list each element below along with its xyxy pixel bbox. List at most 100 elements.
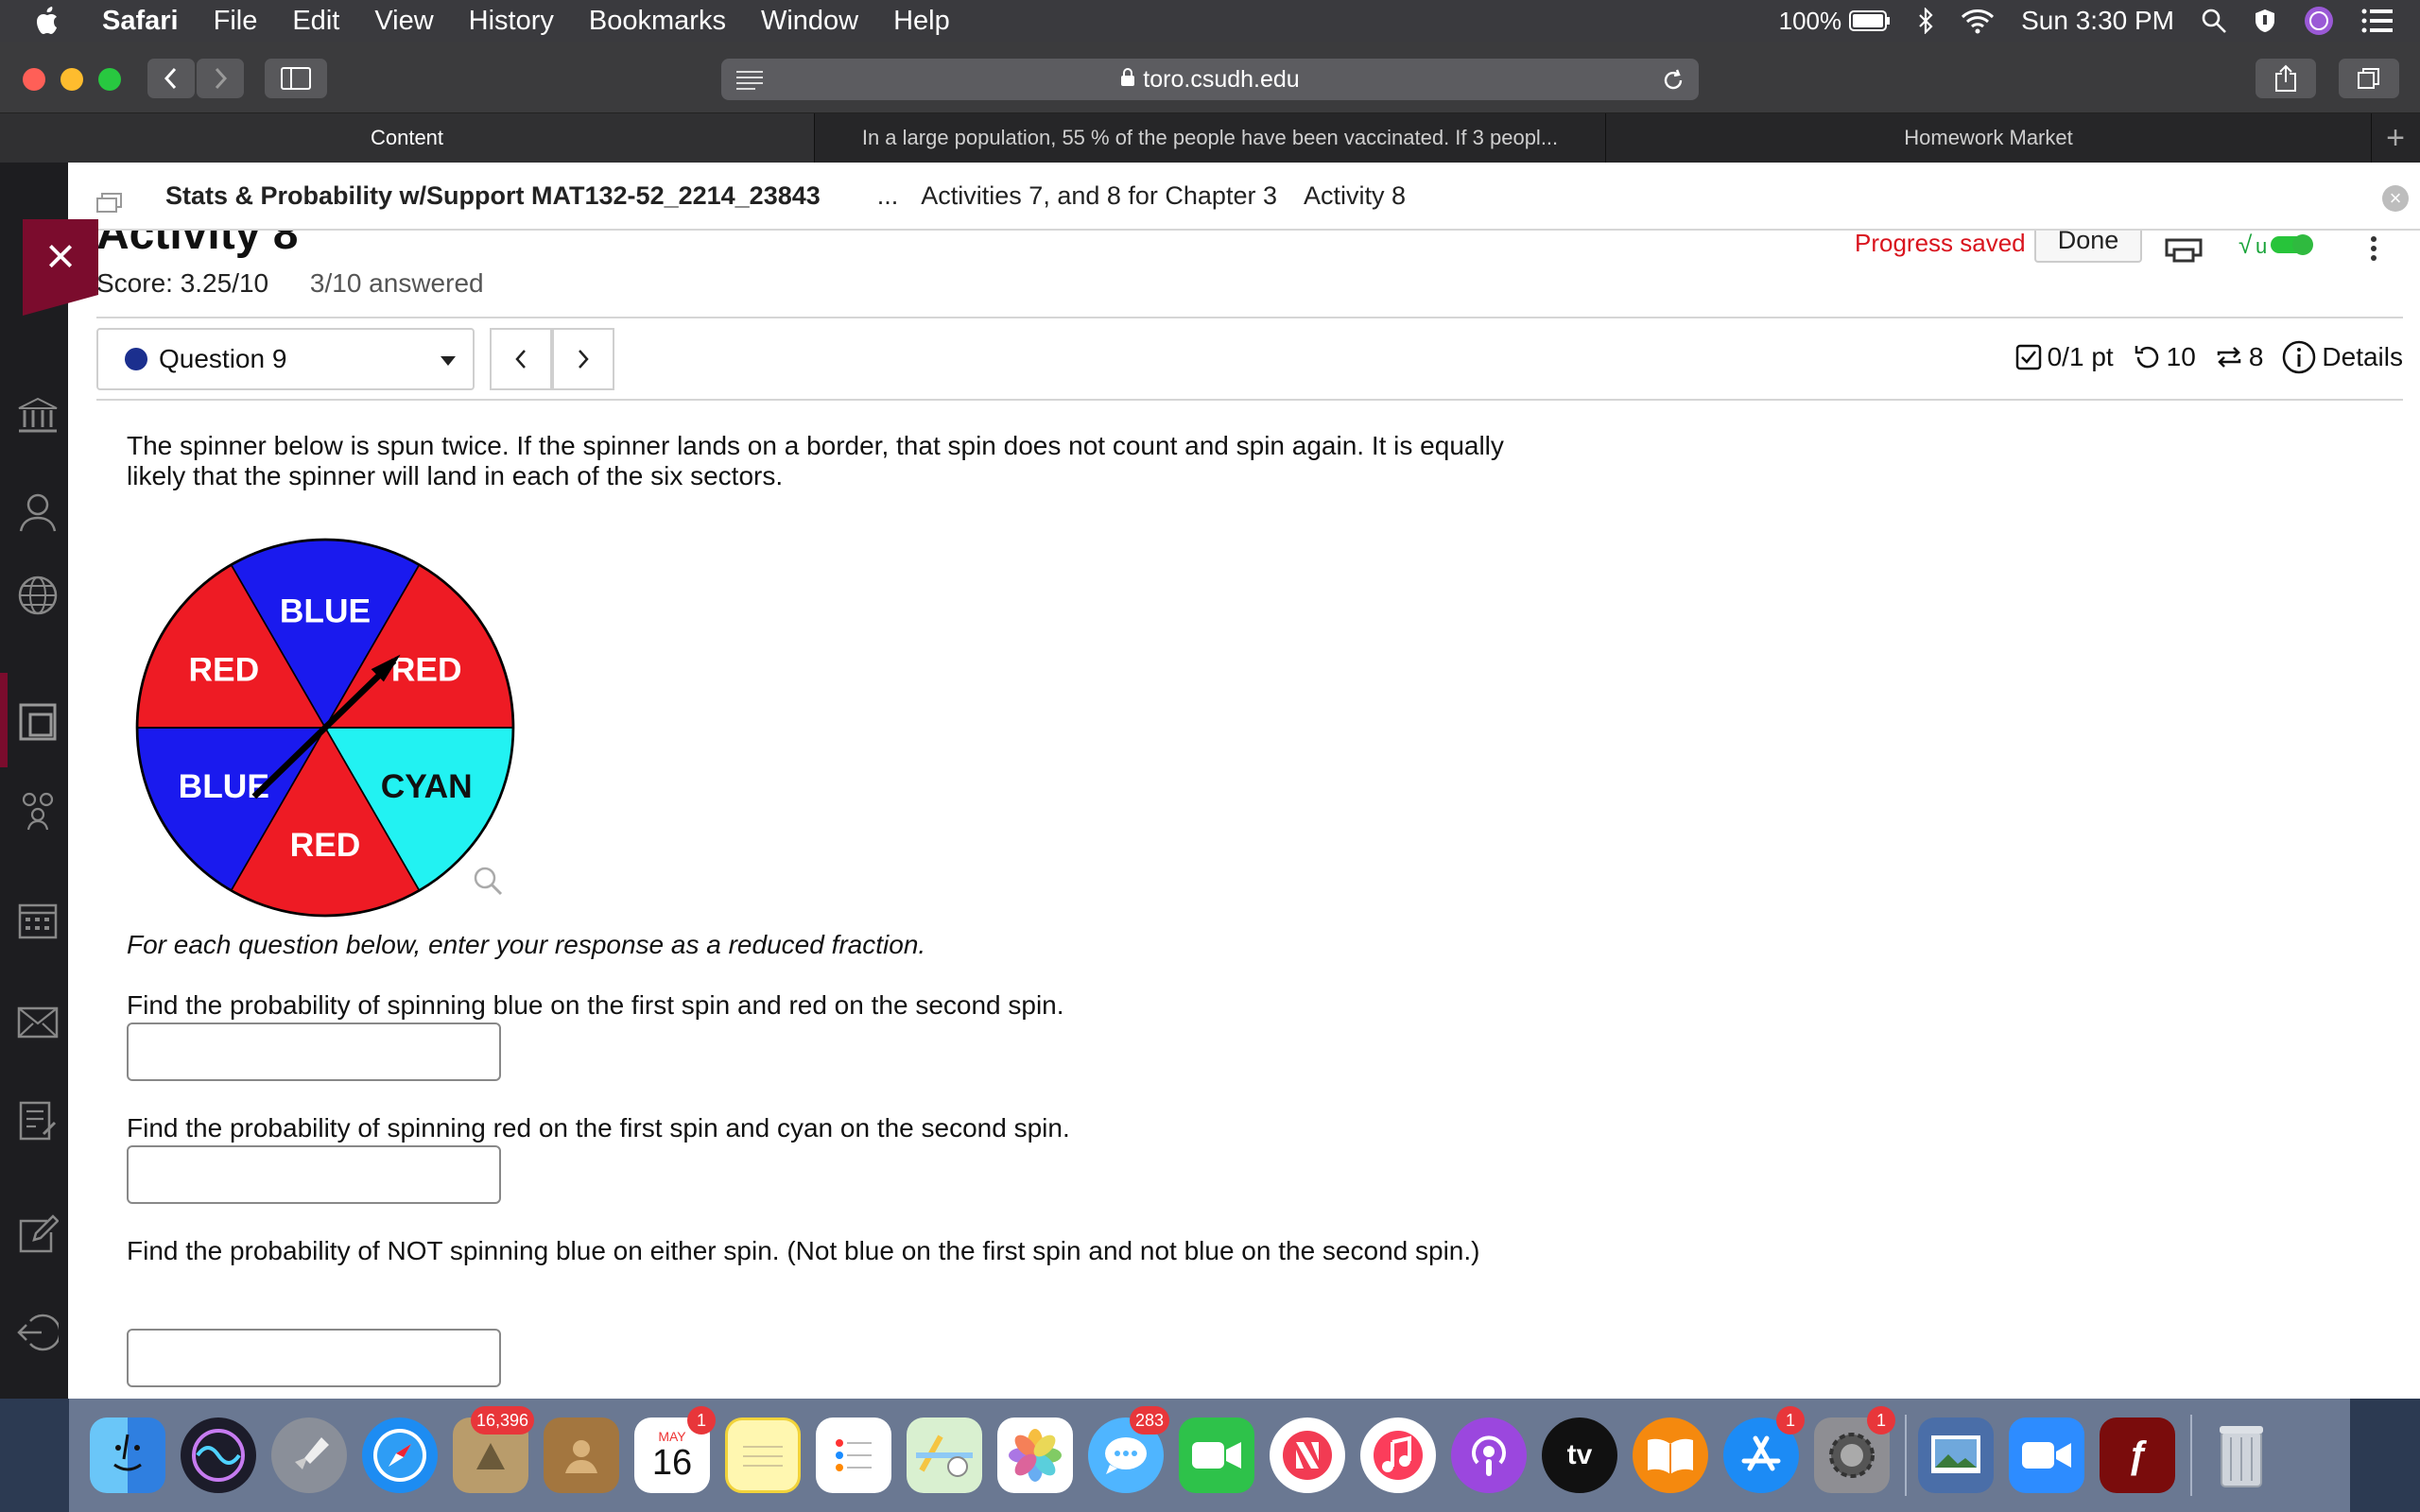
menu-app-name[interactable]: Safari <box>102 6 179 37</box>
books-icon[interactable] <box>1633 1418 1708 1493</box>
close-assignment-button[interactable]: × <box>23 219 98 295</box>
menu-file[interactable]: File <box>214 6 258 37</box>
safari-icon[interactable] <box>362 1418 438 1493</box>
contacts-icon[interactable] <box>544 1418 619 1493</box>
question-intro: The spinner below is spun twice. If the … <box>127 431 1504 490</box>
sign-out-icon[interactable] <box>17 1312 59 1353</box>
breadcrumb-ellipsis[interactable]: ... <box>877 181 899 211</box>
battery-icon[interactable] <box>1849 10 1891 31</box>
details-button[interactable]: Details <box>2282 340 2403 374</box>
maps-icon[interactable] <box>907 1418 982 1493</box>
sidebar-icon <box>281 67 311 90</box>
edit-icon[interactable] <box>17 1213 59 1255</box>
account-icon[interactable] <box>17 491 59 533</box>
photos-icon[interactable] <box>997 1418 1073 1493</box>
notification-center-icon[interactable] <box>2361 8 2394 34</box>
institution-icon[interactable] <box>17 395 59 437</box>
launchpad-icon[interactable] <box>271 1418 347 1493</box>
wifi-icon[interactable] <box>1961 8 1995 34</box>
system-preferences-icon[interactable]: 1 <box>1814 1406 1895 1493</box>
menu-bookmarks[interactable]: Bookmarks <box>589 6 726 37</box>
messages-app-icon[interactable]: 283 <box>1088 1406 1169 1493</box>
music-icon[interactable] <box>1360 1418 1436 1493</box>
tab-overview-button[interactable] <box>2339 59 2399 98</box>
apple-menu-icon[interactable] <box>36 7 74 35</box>
spinner-diagram: BLUE RED CYAN RED BLUE RED <box>135 538 515 918</box>
tab-content[interactable]: Content <box>0 113 815 163</box>
sidebar-toggle-button[interactable] <box>265 59 327 98</box>
apple-tv-icon[interactable]: tv <box>1542 1418 1617 1493</box>
grades-icon[interactable] <box>17 1100 59 1142</box>
bluetooth-icon[interactable] <box>1917 8 1934 34</box>
calendar-icon[interactable] <box>17 900 59 941</box>
question-selector[interactable]: Question 9 <box>96 328 475 390</box>
menu-view[interactable]: View <box>374 6 433 37</box>
close-window-button[interactable] <box>23 68 45 91</box>
facetime-icon[interactable] <box>1179 1418 1254 1493</box>
flash-player-icon[interactable]: ƒ <box>2100 1418 2175 1493</box>
app-store-icon[interactable]: 1 <box>1723 1406 1805 1493</box>
breadcrumb-course[interactable]: Stats & Probability w/Support MAT132-52_… <box>165 181 821 211</box>
new-tab-button[interactable]: + <box>2372 113 2419 163</box>
svg-text:√: √ <box>2238 231 2253 259</box>
calendar-app-icon[interactable]: MAY 16 1 <box>634 1406 716 1493</box>
close-circle-icon[interactable]: × <box>2382 185 2409 212</box>
minimize-window-button[interactable] <box>60 68 83 91</box>
part-3-answer-input[interactable] <box>127 1329 501 1387</box>
print-icon[interactable] <box>2165 229 2203 267</box>
spinner-sector-label: RED <box>188 651 259 688</box>
clock[interactable]: Sun 3:30 PM <box>2021 6 2174 36</box>
next-question-button[interactable] <box>552 328 614 390</box>
lock-icon <box>1120 66 1135 94</box>
dock-badge: 1 <box>1867 1406 1895 1435</box>
preview-icon[interactable] <box>1918 1418 1994 1493</box>
zoom-app-icon[interactable] <box>2009 1418 2084 1493</box>
groups-icon[interactable] <box>17 790 59 832</box>
part-2-answer-input[interactable] <box>127 1145 501 1204</box>
part-3-prompt: Find the probability of NOT spinning blu… <box>127 1236 1480 1265</box>
forward-button[interactable] <box>197 59 244 98</box>
tab-homework-market[interactable]: Homework Market <box>1606 113 2372 163</box>
menu-bar: Safari File Edit View History Bookmarks … <box>0 0 2420 42</box>
siri-app-icon[interactable] <box>181 1418 256 1493</box>
trash-icon[interactable] <box>2204 1418 2279 1493</box>
close-icon: × <box>45 228 76 284</box>
menu-window[interactable]: Window <box>761 6 858 37</box>
photo-stamp-app-icon[interactable]: 16,396 <box>453 1406 534 1493</box>
share-button[interactable] <box>2256 59 2316 98</box>
messages-icon[interactable] <box>17 1002 59 1043</box>
back-button[interactable] <box>147 59 195 98</box>
spotlight-search-icon[interactable] <box>2201 8 2227 34</box>
window-icon[interactable] <box>96 191 123 220</box>
more-options-icon[interactable] <box>2369 234 2378 267</box>
svg-text:u: u <box>2256 234 2267 258</box>
part-1-answer-input[interactable] <box>127 1022 501 1081</box>
globe-icon[interactable] <box>17 575 59 616</box>
shield-icon[interactable] <box>2254 8 2276 34</box>
courses-icon[interactable] <box>17 701 59 743</box>
spinner-sector-label: RED <box>290 827 361 864</box>
address-bar[interactable]: toro.csudh.edu <box>721 59 1699 100</box>
notes-icon[interactable] <box>725 1418 801 1493</box>
reminders-icon[interactable] <box>816 1418 891 1493</box>
reload-icon[interactable] <box>1661 68 1685 99</box>
spinner-sector-label: RED <box>391 651 462 688</box>
siri-icon[interactable] <box>2303 5 2335 37</box>
part-2-prompt: Find the probability of spinning red on … <box>127 1113 1070 1143</box>
finder-icon[interactable] <box>90 1418 165 1493</box>
share-icon <box>2275 64 2296 92</box>
tab-bar: Content In a large population, 55 % of t… <box>0 113 2420 163</box>
news-icon[interactable] <box>1270 1418 1345 1493</box>
accessibility-toggle[interactable]: √ u <box>2238 231 2314 264</box>
chevron-left-icon <box>515 350 526 369</box>
menu-help[interactable]: Help <box>893 6 950 37</box>
zoom-icon[interactable] <box>473 866 503 901</box>
menu-history[interactable]: History <box>469 6 554 37</box>
previous-question-button[interactable] <box>490 328 552 390</box>
podcasts-icon[interactable] <box>1451 1418 1527 1493</box>
breadcrumb-parent[interactable]: Activities 7, and 8 for Chapter 3 <box>921 181 1277 211</box>
zoom-window-button[interactable] <box>98 68 121 91</box>
reader-icon[interactable] <box>735 68 765 97</box>
tab-vaccinated-question[interactable]: In a large population, 55 % of the peopl… <box>815 113 1606 163</box>
menu-edit[interactable]: Edit <box>292 6 339 37</box>
